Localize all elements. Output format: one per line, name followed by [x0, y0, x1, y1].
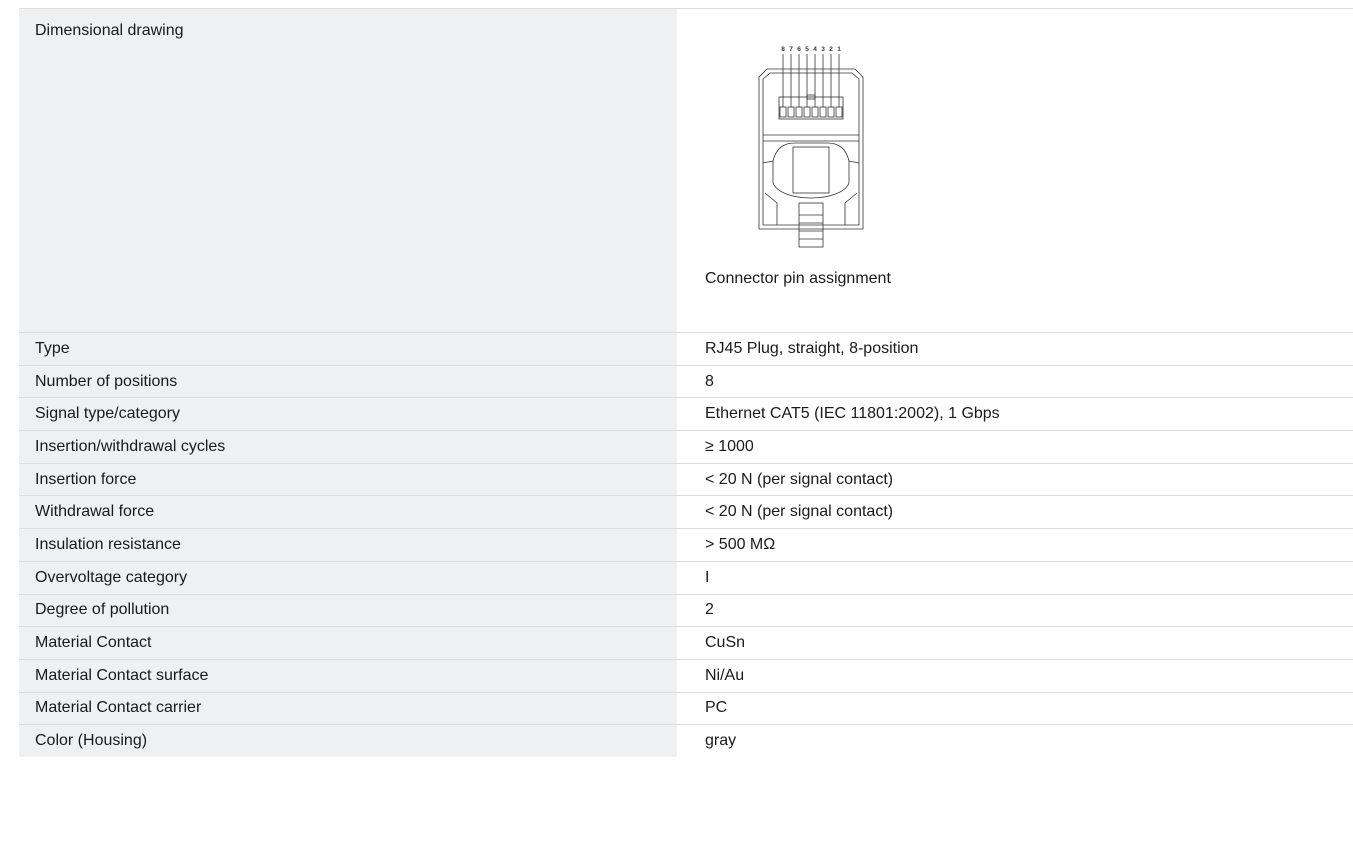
row-value: Ethernet CAT5 (IEC 11801:2002), 1 Gbps	[677, 398, 1353, 431]
row-label: Type	[19, 333, 677, 365]
contact-slot	[795, 106, 803, 118]
row-label: Material Contact	[19, 627, 677, 659]
table-row: Material Contact carrier PC	[19, 691, 1353, 725]
table-row: Signal type/category Ethernet CAT5 (IEC 1…	[19, 397, 1353, 431]
row-value: I	[677, 561, 1353, 594]
pin-number-label: 8	[781, 46, 785, 53]
rj45-connector-drawing: 87654321	[758, 46, 864, 248]
pin-number-label: 1	[837, 46, 841, 53]
contact-slot	[803, 106, 811, 118]
row-label: Overvoltage category	[19, 561, 677, 594]
row-value: Ni/Au	[677, 659, 1353, 692]
row-label: Insertion/withdrawal cycles	[19, 431, 677, 463]
pin-number-label: 4	[813, 46, 817, 53]
row-value: gray	[677, 725, 1353, 757]
dimensional-drawing-row: Dimensional drawing 87654321 Connector p…	[19, 8, 1353, 332]
row-label: Insertion force	[19, 463, 677, 496]
row-value: 8	[677, 365, 1353, 398]
row-value: > 500 MΩ	[677, 529, 1353, 561]
row-value: < 20 N (per signal contact)	[677, 463, 1353, 496]
contact-slot	[787, 106, 795, 118]
table-row: Type RJ45 Plug, straight, 8-position	[19, 332, 1353, 365]
contact-slot	[811, 106, 819, 118]
table-row: Degree of pollution 2	[19, 593, 1353, 627]
pin-number-label: 3	[821, 46, 825, 53]
contact-slot	[779, 106, 787, 118]
pin-number-label: 7	[789, 46, 793, 53]
pin-number-label: 6	[797, 46, 801, 53]
table-row: Insertion/withdrawal cycles ≥ 1000	[19, 430, 1353, 463]
row-label: Material Contact surface	[19, 659, 677, 692]
row-label: Withdrawal force	[19, 496, 677, 529]
contact-slot	[835, 106, 843, 118]
contact-slot	[819, 106, 827, 118]
table-row: Material Contact surface Ni/Au	[19, 658, 1353, 692]
table-row: Material Contact CuSn	[19, 626, 1353, 659]
row-label: Insulation resistance	[19, 529, 677, 561]
table-row: Insertion force < 20 N (per signal contac…	[19, 462, 1353, 496]
table-row: Overvoltage category I	[19, 560, 1353, 594]
pin-number-label: 5	[805, 46, 809, 53]
spec-table: Dimensional drawing 87654321 Connector p…	[19, 8, 1353, 757]
row-label: Signal type/category	[19, 398, 677, 431]
row-label: Material Contact carrier	[19, 692, 677, 725]
row-value: 87654321 Connector pin assignment	[677, 9, 1353, 332]
table-row: Withdrawal force < 20 N (per signal conta…	[19, 495, 1353, 529]
row-value: ≥ 1000	[677, 431, 1353, 463]
row-label: Number of positions	[19, 365, 677, 398]
drawing-caption: Connector pin assignment	[705, 270, 891, 287]
contact-slot	[827, 106, 835, 118]
row-label: Dimensional drawing	[19, 9, 677, 332]
table-row: Color (Housing) gray	[19, 724, 1353, 757]
pin-number-label: 2	[829, 46, 833, 53]
row-value: CuSn	[677, 627, 1353, 659]
row-value: RJ45 Plug, straight, 8-position	[677, 333, 1353, 365]
table-row: Insulation resistance > 500 MΩ	[19, 528, 1353, 561]
row-label: Color (Housing)	[19, 725, 677, 757]
row-value: < 20 N (per signal contact)	[677, 496, 1353, 529]
row-value: 2	[677, 594, 1353, 627]
table-row: Number of positions 8	[19, 364, 1353, 398]
row-value: PC	[677, 692, 1353, 725]
row-label: Degree of pollution	[19, 594, 677, 627]
spec-rows: Type RJ45 Plug, straight, 8-position Numbe…	[19, 332, 1353, 757]
